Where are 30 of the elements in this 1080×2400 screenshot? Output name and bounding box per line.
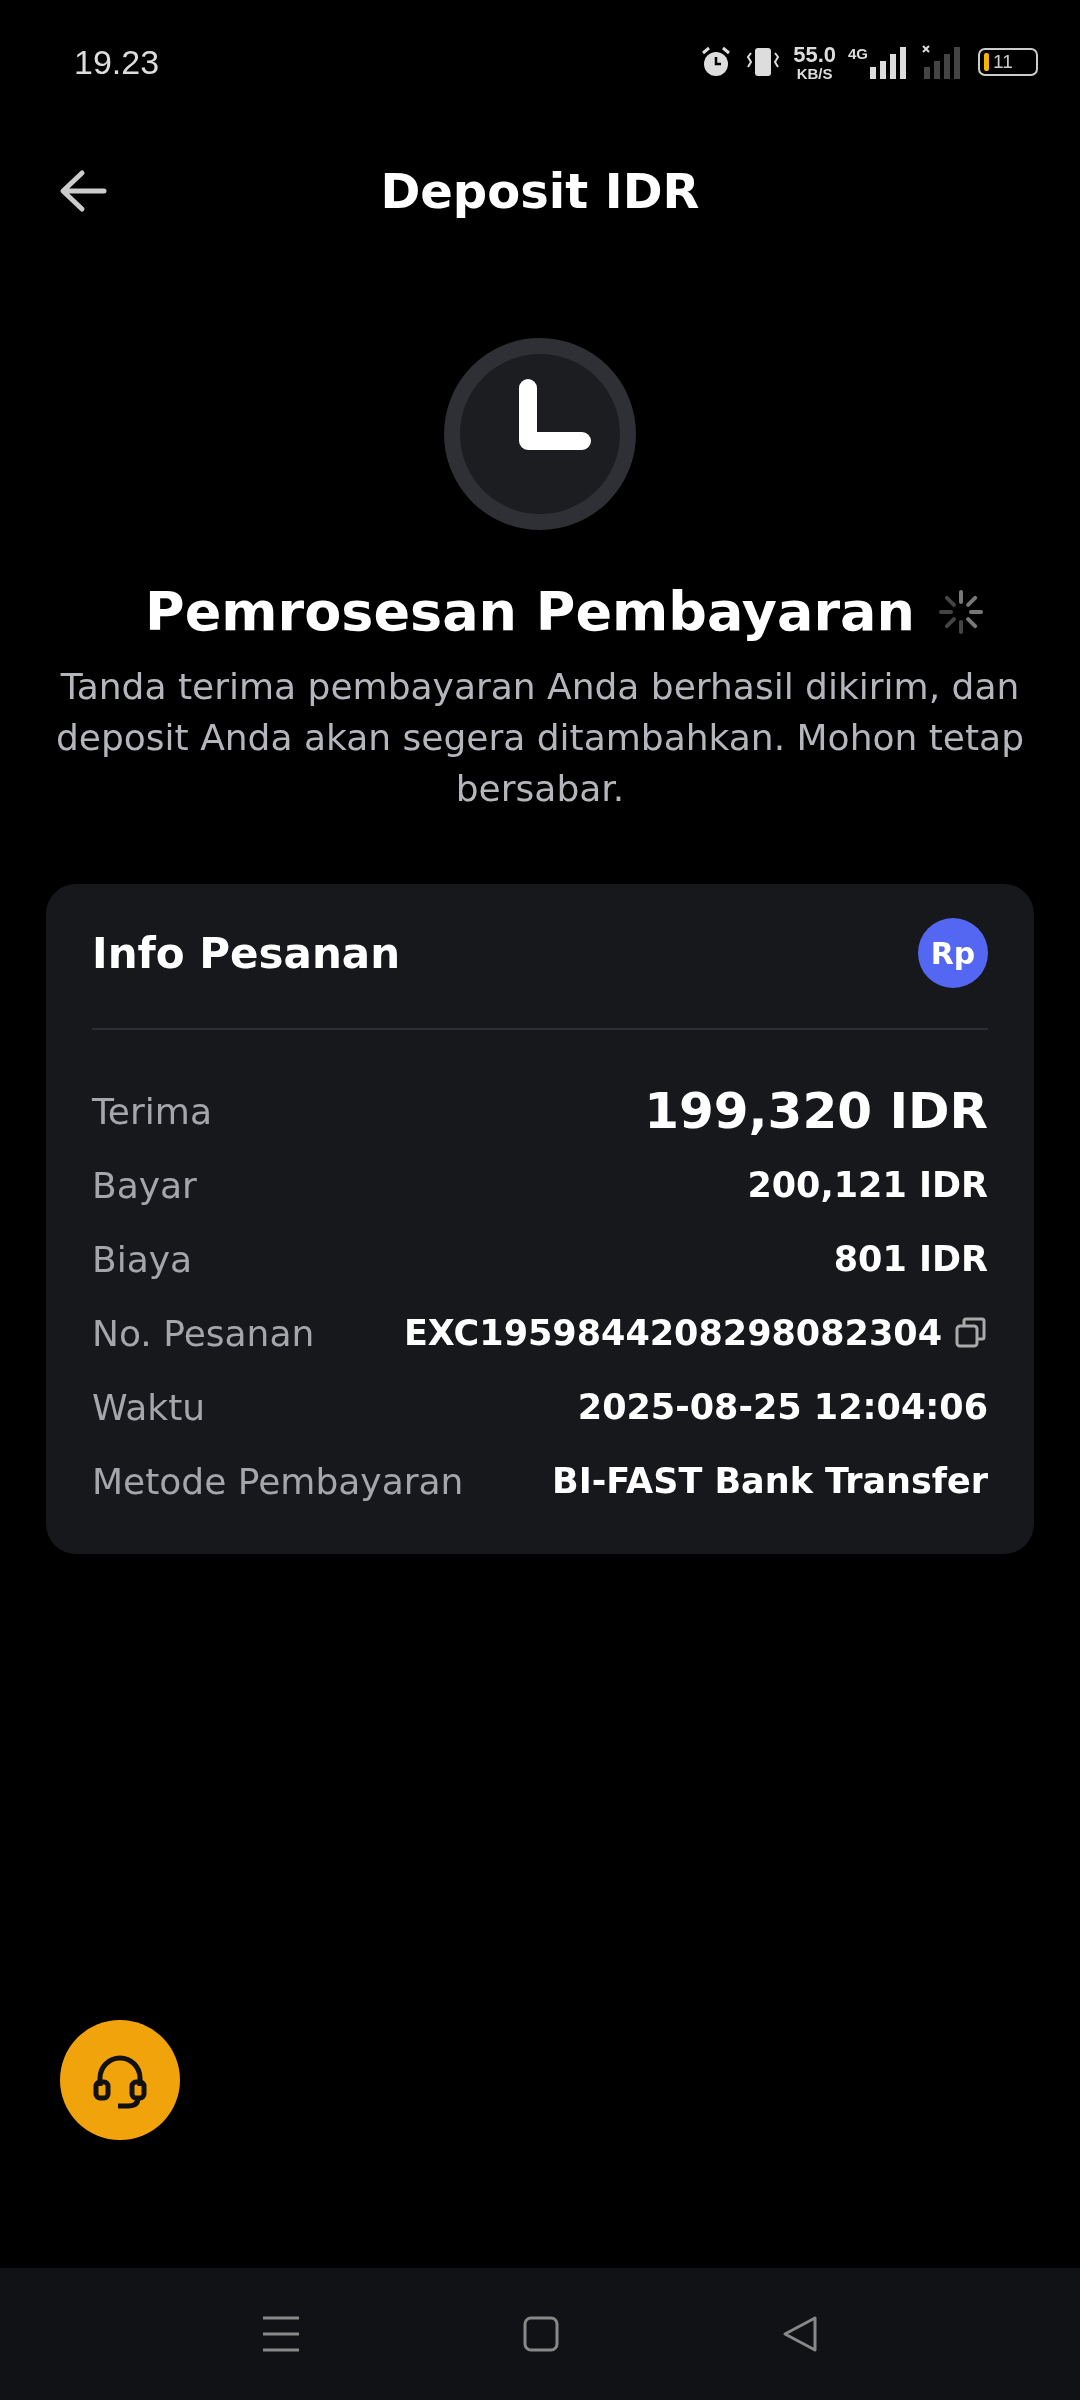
info-value: 200,121 IDR [747,1165,988,1205]
copy-icon[interactable] [954,1316,988,1350]
menu-icon[interactable] [260,2315,301,2353]
network-type: 4G [848,45,868,62]
card-title: Info Pesanan [92,928,401,978]
info-value: 199,320 IDR [644,1082,988,1140]
status-title: Pemrosesan Pembayaran [145,580,915,643]
status-time: 19.23 [74,42,160,82]
info-value: BI-FAST Bank Transfer [551,1461,988,1501]
info-label: Biaya [92,1238,193,1280]
clock-icon [444,338,636,530]
back-arrow-icon[interactable] [58,169,108,213]
info-value: EXC1959844208298082304 [403,1313,942,1353]
speed-unit: KB/S [796,65,833,81]
home-icon[interactable] [522,2315,560,2353]
info-label: Metode Pembayaran [92,1460,464,1502]
info-value: 2025-08-25 12:04:06 [577,1387,988,1427]
info-label: Bayar [92,1164,197,1206]
loading-spinner-icon [936,587,985,636]
network-speed: 55.0 [793,43,836,66]
currency-badge: Rp [918,918,988,988]
battery-icon: 11 [978,48,1038,76]
page-title: Deposit IDR [380,163,700,219]
info-label: Terima [92,1090,212,1132]
info-label: Waktu [92,1386,206,1428]
info-value: 801 IDR [833,1239,988,1279]
status-message: Tanda terima pembayaran Anda berhasil dikirim, dan deposit Anda akan segera ditambahkan. Mohon tetap bersabar. [54,665,1026,811]
info-label: No. Pesanan [92,1312,315,1354]
vibrate-icon [745,45,782,79]
back-icon[interactable] [781,2315,820,2353]
